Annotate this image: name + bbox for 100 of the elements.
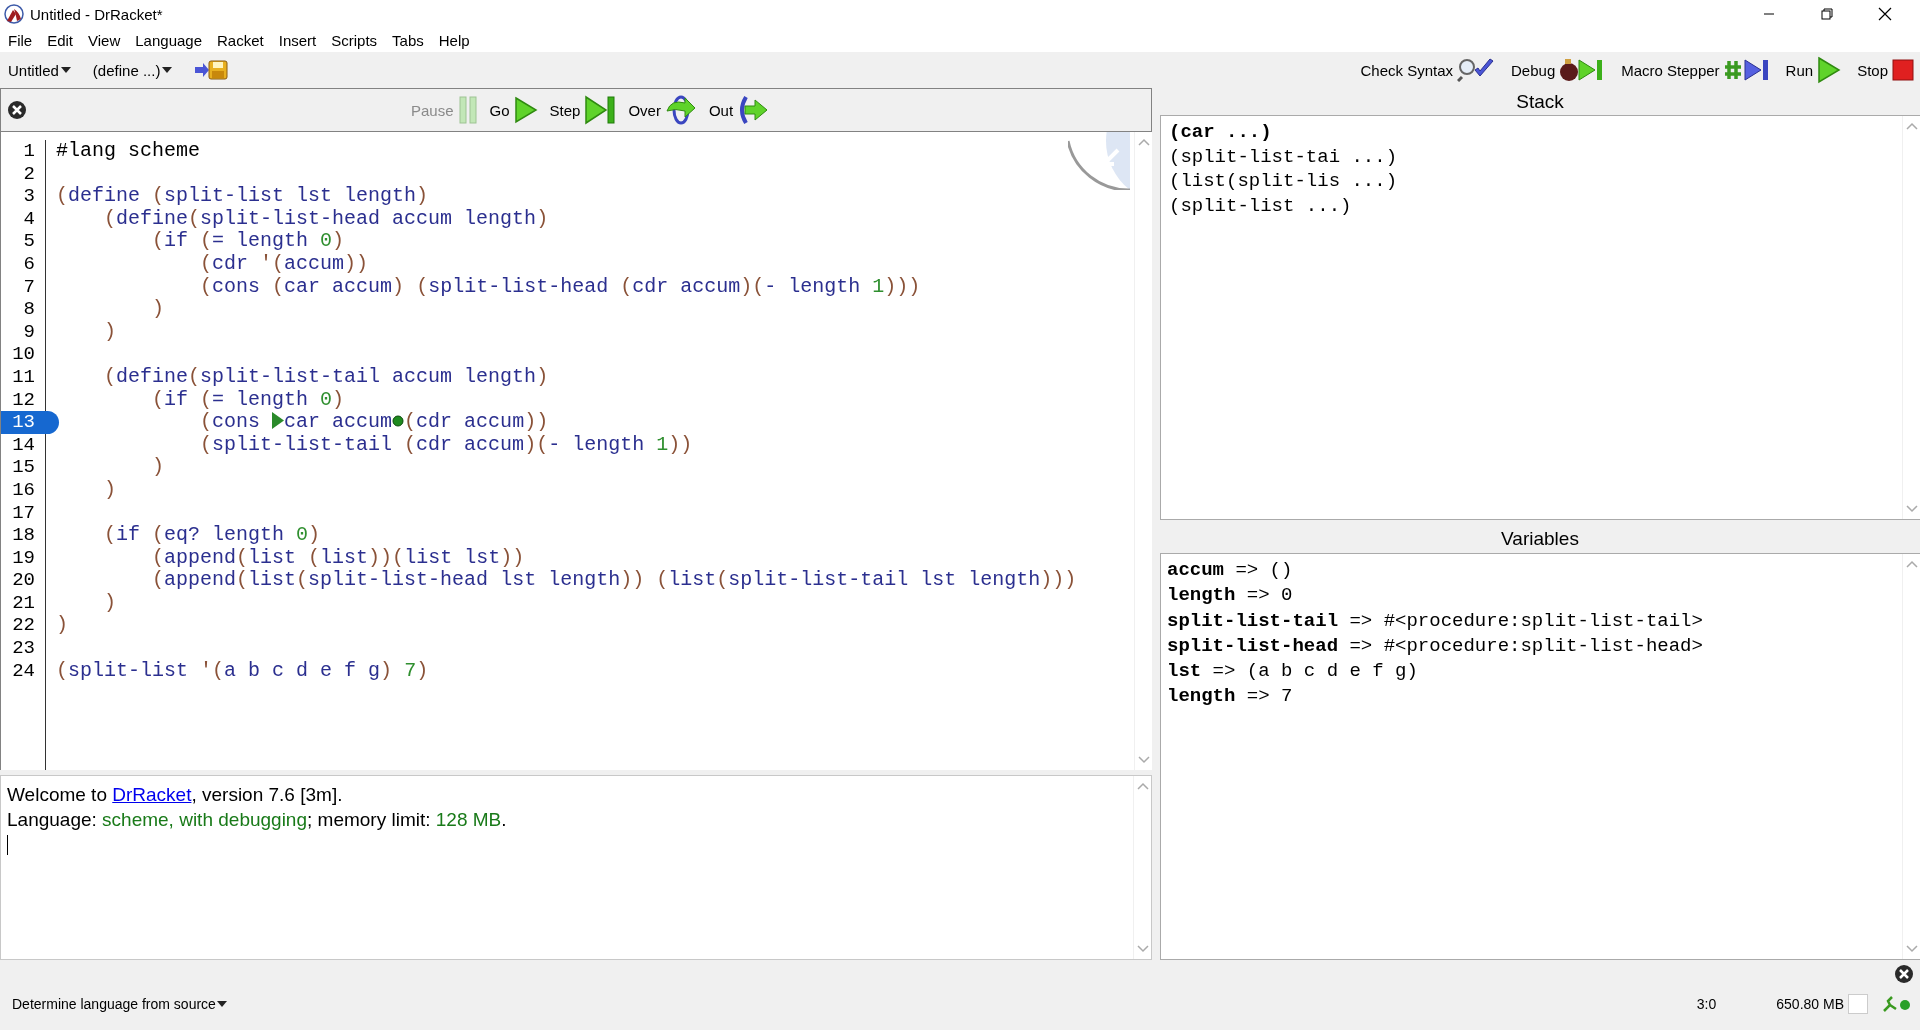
scrollbar[interactable] (1133, 776, 1151, 959)
macro-stepper-button[interactable]: Macro Stepper (1621, 57, 1770, 83)
line-number: 21 (11, 591, 36, 615)
menu-item[interactable]: Edit (47, 31, 74, 49)
go-button[interactable]: Go (489, 96, 538, 124)
line-number: 8 (22, 298, 36, 321)
play-icon[interactable] (513, 96, 538, 124)
code-line: (define(split-list-tail accum length) (103, 364, 549, 388)
code-line: #lang scheme (56, 139, 201, 162)
code-line: ) (56, 613, 68, 637)
status-icon (1882, 995, 1912, 1013)
close-icon[interactable] (1894, 964, 1914, 984)
menu-item[interactable]: Help (438, 31, 470, 49)
curved-arrow-icon[interactable] (664, 95, 697, 125)
variable-binding: lst => (a b c d e f g) (1167, 659, 1419, 685)
code-line: (if (= length 0) (151, 229, 345, 253)
scroll-up-icon[interactable] (1136, 782, 1149, 790)
hash-step-icon[interactable] (1723, 57, 1770, 83)
line-number: 4 (22, 207, 36, 231)
variable-binding: split-list-tail => #<procedure:split-list-tail> (1167, 608, 1704, 634)
menu-item[interactable]: Tabs (392, 31, 424, 49)
code-line: (if (eq? length 0) (103, 523, 321, 547)
breakpoint-dot-icon (392, 412, 405, 430)
racket-logo-icon (4, 4, 24, 24)
language-dropdown[interactable]: Determine language from source (12, 996, 227, 1012)
step-icon[interactable] (584, 95, 617, 125)
scroll-up-icon[interactable] (1905, 122, 1918, 130)
check-syntax-button[interactable]: Check Syntax (1360, 58, 1495, 82)
gc-indicator (1848, 994, 1868, 1014)
line-number: 24 (11, 659, 36, 683)
line-number: 16 (11, 478, 36, 502)
file-dropdown[interactable]: Untitled (8, 61, 71, 79)
cursor-position: 3:0 (1696, 996, 1717, 1012)
line-number: 9 (22, 320, 36, 344)
stack-frame[interactable]: (split-list ...) (1169, 193, 1894, 218)
line-number: 15 (11, 456, 36, 479)
scrollbar[interactable] (1134, 132, 1152, 770)
code-line: ) (151, 297, 165, 321)
stack-frame[interactable]: (list(split-lis ...) (1169, 169, 1894, 194)
line-number: 22 (11, 614, 36, 638)
step-out-button[interactable]: Out (708, 95, 770, 125)
caret-icon[interactable] (162, 66, 173, 74)
stop-button[interactable]: Stop (1857, 59, 1914, 81)
line-number: 23 (11, 637, 36, 660)
code-line: ) (103, 477, 117, 501)
scrollbar[interactable] (1902, 554, 1920, 959)
line-number: 7 (22, 275, 36, 299)
scroll-down-icon[interactable] (1905, 945, 1918, 953)
code-line: (split-list '(a b c d e f g) 7) (56, 658, 429, 682)
close-icon[interactable] (7, 100, 27, 120)
line-number: 1 (22, 140, 36, 163)
variable-binding: length => 7 (1167, 684, 1294, 710)
step-over-button[interactable]: Over (628, 95, 697, 125)
scrollbar[interactable] (1902, 116, 1920, 519)
menu-item[interactable]: File (8, 31, 33, 49)
variable-binding: accum => () (1167, 558, 1294, 583)
scroll-down-icon[interactable] (1137, 756, 1150, 764)
exit-arrow-icon[interactable] (737, 95, 770, 125)
stack-frame[interactable]: (split-list-tai ...) (1169, 144, 1894, 169)
variable-binding: length => 0 (1167, 583, 1294, 609)
stack-frame[interactable]: (car ...) (1169, 120, 1894, 145)
close-icon[interactable] (1878, 7, 1892, 21)
code-line: (cons (car accum) (split-list-head (cdr accum)(- length 1))) (199, 274, 921, 298)
output-text: Welcome to DrRacket, version 7.6 [3m]. (7, 783, 344, 807)
code-line: (append(list (list))(list lst)) (151, 545, 525, 569)
scroll-down-icon[interactable] (1905, 505, 1918, 513)
menu-item[interactable]: Racket (217, 31, 264, 49)
run-button[interactable]: Run (1785, 56, 1842, 84)
caret-icon[interactable] (60, 66, 71, 74)
code-line: (define(split-list-head accum length) (103, 206, 549, 230)
menu-item[interactable]: View (88, 31, 121, 49)
debug-button[interactable]: Debug (1511, 57, 1606, 83)
line-number: 13 (1, 411, 59, 434)
line-number: 11 (11, 365, 36, 389)
output-text: Language: scheme, with debugging; memory limit: 128 MB. (7, 808, 508, 832)
line-number: 12 (11, 388, 36, 412)
scroll-down-icon[interactable] (1136, 945, 1149, 953)
step-button[interactable]: Step (549, 95, 617, 125)
line-number: 3 (22, 185, 36, 208)
line-number: 14 (11, 433, 36, 457)
memory-usage: 650.80 MB (1776, 996, 1844, 1012)
magnifier-check-icon[interactable] (1457, 58, 1495, 82)
save-icon[interactable] (194, 59, 229, 81)
line-number: 20 (11, 569, 36, 592)
code-line: ) (151, 455, 165, 479)
play-icon[interactable] (1817, 56, 1842, 84)
definitions-dropdown[interactable]: (define ...) (92, 61, 173, 79)
window-title: Untitled - DrRacket* (30, 5, 163, 23)
scroll-up-icon[interactable] (1905, 560, 1918, 568)
scroll-up-icon[interactable] (1137, 138, 1150, 146)
stop-icon[interactable] (1892, 59, 1914, 81)
link[interactable]: DrRacket (112, 784, 192, 805)
menu-item[interactable]: Insert (278, 31, 317, 49)
code-line: (if (= length 0) (151, 387, 345, 411)
restore-icon[interactable] (1821, 8, 1833, 20)
text-cursor (7, 835, 8, 855)
caret-icon[interactable] (216, 1000, 227, 1008)
code-line: (split-list-tail (cdr accum)(- length 1)) (199, 432, 693, 456)
menu-item[interactable]: Language (135, 31, 203, 49)
menu-item[interactable]: Scripts (331, 31, 378, 49)
